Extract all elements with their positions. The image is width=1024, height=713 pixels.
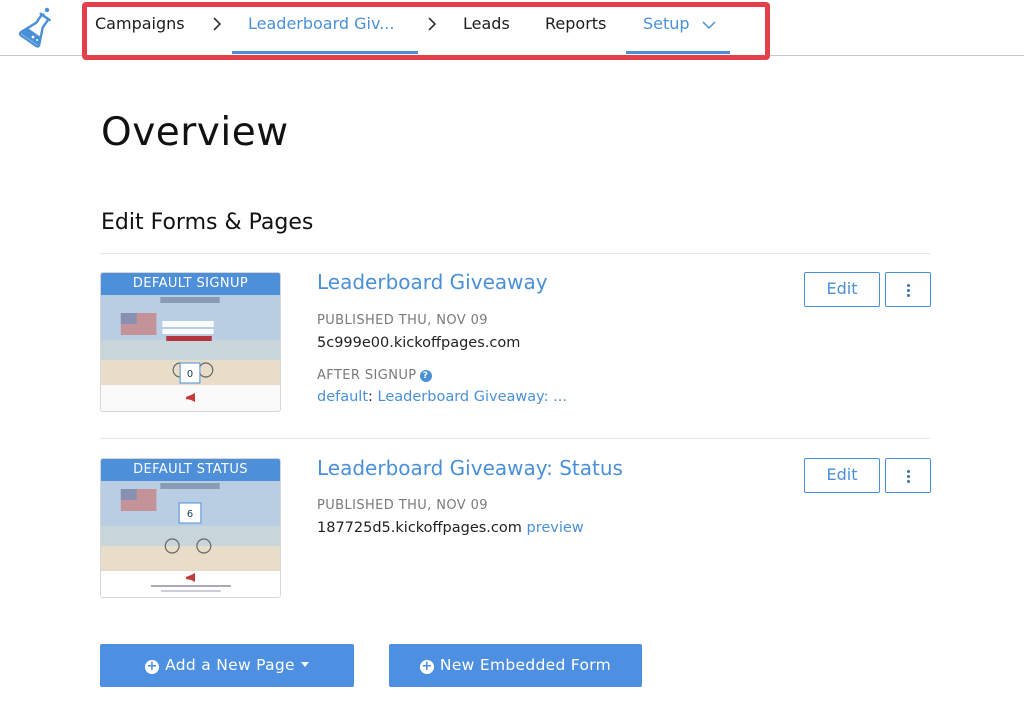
plus-circle-icon: +: [145, 659, 160, 674]
svg-text:0: 0: [187, 369, 193, 380]
divider: [100, 438, 930, 439]
more-vertical-icon: [907, 284, 910, 287]
new-embedded-form-button[interactable]: + New Embedded Form: [389, 644, 642, 687]
thumbnail-footer: [101, 571, 280, 597]
thumbnail-label: DEFAULT STATUS: [101, 459, 280, 481]
page-title-link[interactable]: Leaderboard Giveaway: Status: [317, 456, 623, 480]
after-signup-value: default: Leaderboard Giveaway: ...: [317, 389, 567, 405]
help-icon[interactable]: ?: [419, 370, 432, 382]
edit-button[interactable]: Edit: [804, 272, 880, 307]
nav-highlight-box: [82, 2, 770, 60]
thumbnail-label: DEFAULT SIGNUP: [101, 273, 280, 295]
page-domain: 187725d5.kickoffpages.com: [317, 520, 522, 536]
status-page-thumbnail[interactable]: DEFAULT STATUS 6: [100, 458, 281, 598]
after-signup-key[interactable]: default: [317, 389, 368, 405]
page-title-link[interactable]: Leaderboard Giveaway: [317, 270, 548, 294]
page-domain: 5c999e00.kickoffpages.com: [317, 335, 521, 351]
more-options-button[interactable]: [885, 272, 931, 307]
thumbnail-line: [161, 590, 221, 592]
section-title: Edit Forms & Pages: [101, 210, 314, 235]
after-signup-separator: :: [368, 389, 373, 405]
add-new-page-label: Add a New Page: [165, 656, 295, 674]
top-nav-bar: Campaigns Leaderboard Giv... Leads Repor…: [0, 0, 1024, 60]
edit-button[interactable]: Edit: [804, 458, 880, 493]
caret-down-icon: [300, 662, 309, 667]
more-options-button[interactable]: [885, 458, 931, 493]
page-domain-row: 187725d5.kickoffpages.com preview: [317, 520, 584, 536]
page-title: Overview: [101, 110, 289, 155]
svg-text:6: 6: [187, 509, 193, 520]
after-signup-label-wrap: AFTER SIGNUP?: [317, 368, 432, 383]
add-new-page-button[interactable]: + Add a New Page: [100, 644, 354, 687]
thumbnail-line: [151, 585, 231, 587]
flask-icon[interactable]: [16, 6, 56, 48]
published-label: PUBLISHED THU, NOV 09: [317, 498, 488, 513]
published-label: PUBLISHED THU, NOV 09: [317, 313, 488, 328]
after-signup-target-link[interactable]: Leaderboard Giveaway: ...: [378, 389, 567, 405]
signup-page-thumbnail[interactable]: DEFAULT SIGNUP 0: [100, 272, 281, 412]
preview-link[interactable]: preview: [527, 520, 584, 536]
megaphone-icon: [186, 573, 195, 582]
page-preview-image: 6: [101, 481, 280, 571]
divider: [100, 253, 930, 254]
page-preview-image: 0: [101, 295, 280, 385]
plus-circle-icon: +: [419, 659, 434, 674]
new-embedded-form-label: New Embedded Form: [439, 656, 612, 674]
megaphone-icon: [186, 393, 195, 402]
more-vertical-icon: [907, 470, 910, 473]
after-signup-label: AFTER SIGNUP: [317, 368, 417, 383]
